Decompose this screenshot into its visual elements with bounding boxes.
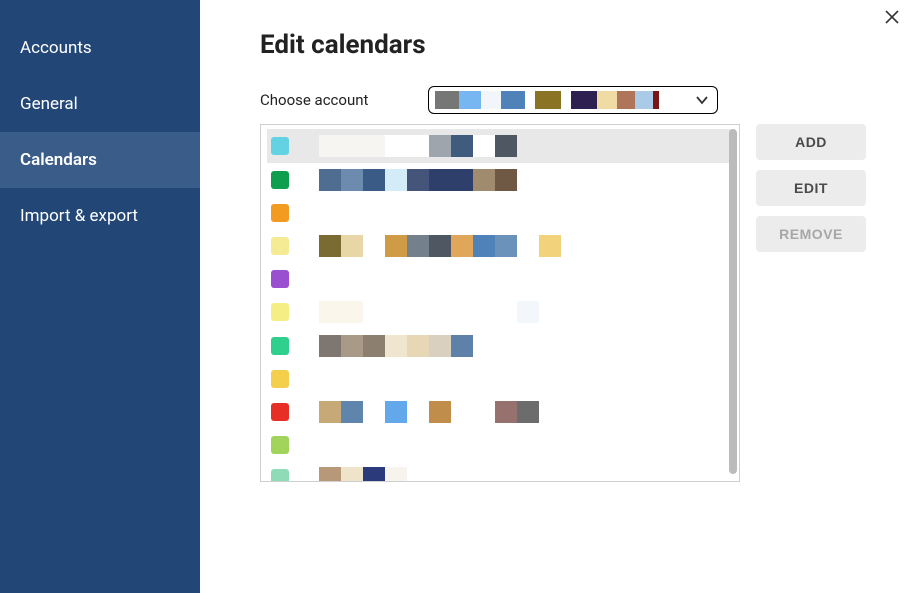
calendar-name-pixels (319, 335, 495, 357)
calendar-color-chip (271, 237, 289, 255)
calendar-name-pixels (319, 169, 517, 191)
calendar-row[interactable] (267, 461, 733, 481)
account-swatch (501, 91, 525, 109)
calendar-row[interactable] (267, 197, 733, 229)
sidebar-item-general[interactable]: General (0, 76, 200, 132)
calendar-name-pixels (319, 301, 539, 323)
account-swatch (561, 91, 571, 109)
account-swatch (617, 91, 635, 109)
content-row: ADD EDIT REMOVE (260, 124, 882, 482)
page-title: Edit calendars (260, 30, 882, 60)
calendar-color-chip (271, 137, 289, 155)
main-panel: Edit calendars Choose account ADD EDIT R… (200, 0, 912, 593)
calendar-name-pixels (319, 135, 517, 157)
edit-button[interactable]: EDIT (756, 170, 866, 206)
scrollbar-thumb[interactable] (729, 129, 737, 474)
account-swatch (535, 91, 561, 109)
calendar-color-chip (271, 204, 289, 222)
remove-button: REMOVE (756, 216, 866, 252)
add-button[interactable]: ADD (756, 124, 866, 160)
calendar-row[interactable] (267, 129, 733, 163)
calendar-color-chip (271, 403, 289, 421)
calendar-row[interactable] (267, 363, 733, 395)
side-buttons: ADD EDIT REMOVE (756, 124, 866, 252)
sidebar-item-import-export[interactable]: Import & export (0, 188, 200, 244)
account-swatches (435, 91, 659, 109)
calendar-color-chip (271, 436, 289, 454)
calendar-color-chip (271, 270, 289, 288)
chevron-down-icon (693, 91, 711, 109)
calendar-row[interactable] (267, 329, 733, 363)
calendar-row[interactable] (267, 163, 733, 197)
calendar-color-chip (271, 303, 289, 321)
sidebar-item-accounts[interactable]: Accounts (0, 20, 200, 76)
calendar-row[interactable] (267, 263, 733, 295)
account-swatch (481, 91, 501, 109)
calendar-name-pixels (319, 467, 407, 481)
calendar-color-chip (271, 171, 289, 189)
account-label: Choose account (260, 91, 368, 109)
account-swatch (571, 91, 597, 109)
calendar-row[interactable] (267, 295, 733, 329)
sidebar-item-calendars[interactable]: Calendars (0, 132, 200, 188)
calendar-color-chip (271, 337, 289, 355)
account-swatch (653, 91, 659, 109)
account-select[interactable] (428, 86, 718, 114)
account-swatch (597, 91, 617, 109)
account-swatch (459, 91, 481, 109)
calendar-color-chip (271, 370, 289, 388)
calendar-name-pixels (319, 235, 561, 257)
calendar-row[interactable] (267, 395, 733, 429)
sidebar: Accounts General Calendars Import & expo… (0, 0, 200, 593)
calendar-row[interactable] (267, 429, 733, 461)
calendar-listbox[interactable] (260, 124, 740, 482)
account-swatch (635, 91, 653, 109)
account-swatch (525, 91, 535, 109)
calendar-row[interactable] (267, 229, 733, 263)
account-swatch (435, 91, 459, 109)
account-row: Choose account (260, 86, 882, 114)
calendar-name-pixels (319, 401, 539, 423)
close-icon[interactable] (884, 8, 900, 28)
calendar-color-chip (271, 469, 289, 481)
